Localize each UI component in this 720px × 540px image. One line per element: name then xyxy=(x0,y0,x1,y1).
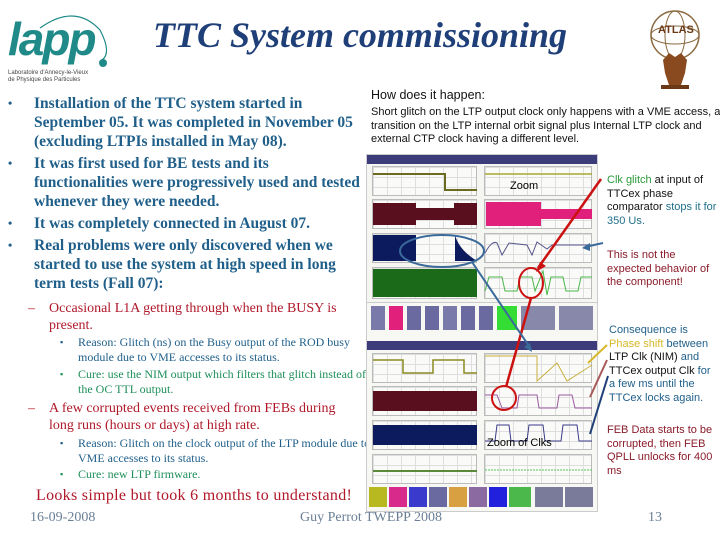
square-bullet: ▪ xyxy=(60,369,64,379)
atlas-logo-icon: ATLAS xyxy=(650,10,700,89)
bullet-item: • Installation of the TTC system started… xyxy=(8,94,360,151)
detail-text: Cure: new LTP firmware. xyxy=(78,467,201,481)
footer-page-number: 13 xyxy=(648,510,662,525)
zoom-label-bottom: Zoom of Clks xyxy=(487,437,552,449)
annotation-unexpected: This is not the expected behavior of the… xyxy=(607,249,710,288)
detail-text: Reason: Glitch (ns) on the Busy output o… xyxy=(78,335,350,364)
dash-symbol: – xyxy=(28,301,35,316)
annotation-feb-data: FEB Data starts to be corrupted, then FE… xyxy=(607,424,713,477)
square-bullet: ▪ xyxy=(60,438,64,448)
ann-between: between xyxy=(663,337,709,350)
annotation-consequence: Consequence is Phase shift between LTP C… xyxy=(609,324,719,405)
bullet-item: • Real problems were only discovered whe… xyxy=(8,236,360,293)
svg-text:ATLAS: ATLAS xyxy=(658,24,694,36)
ann-ttcex-clk: TTCex output Clk xyxy=(609,364,695,377)
lapp-subtitle: Laboratoire d'Annecy-le-Vieux de Physiqu… xyxy=(8,70,118,84)
ann-and: and xyxy=(677,351,700,363)
ann-consequence-lead: Consequence is xyxy=(609,324,688,336)
ann-phase-shift: Phase shift xyxy=(609,337,664,350)
lapp-subtitle-line1: Laboratoire d'Annecy-le-Vieux xyxy=(8,70,89,76)
detail-cure: ▪ Cure: use the NIM output which filters… xyxy=(60,367,380,397)
ann-clk-glitch: Clk glitch xyxy=(607,174,652,186)
scope-screenshot-bottom: Zoom of Clks xyxy=(366,302,598,512)
bullet-item: • It was first used for BE tests and its… xyxy=(8,154,360,211)
scope-screenshot-top: Zoom xyxy=(366,154,598,304)
bullet-text: It was first used for BE tests and its f… xyxy=(34,155,360,210)
dash-symbol: – xyxy=(28,401,35,416)
bullet-symbol: • xyxy=(8,96,13,110)
bullet-symbol: • xyxy=(8,216,13,230)
zoom-label-top: Zoom xyxy=(510,180,539,192)
page-title: TTC System commissioning xyxy=(152,15,568,55)
problem-text: Occasional L1A getting through when the … xyxy=(49,301,337,333)
detail-text: Reason: Glitch on the clock output of th… xyxy=(78,436,371,465)
problem-item: – Occasional L1A getting through when th… xyxy=(28,300,368,334)
how-title: How does it happen: xyxy=(371,88,485,102)
problem-item: – A few corrupted events received from F… xyxy=(28,400,358,434)
lapp-subtitle-line2: de Physique des Particules xyxy=(8,77,81,83)
footer-date: 16-09-2008 xyxy=(30,510,96,525)
detail-reason: ▪ Reason: Glitch on the clock output of … xyxy=(60,436,380,466)
conclusion-text: Looks simple but took 6 months to unders… xyxy=(36,487,353,504)
bullet-text: It was completely connected in August 07… xyxy=(34,215,310,232)
detail-cure: ▪ Cure: new LTP firmware. xyxy=(60,467,380,482)
bullet-text: Real problems were only discovered when … xyxy=(34,237,336,292)
ann-ltp-clk: LTP Clk (NIM) xyxy=(609,351,678,363)
bullet-item: • It was completely connected in August … xyxy=(8,214,360,233)
square-bullet: ▪ xyxy=(60,337,64,347)
bullet-symbol: • xyxy=(8,238,13,252)
footer-author: Guy Perrot TWEPP 2008 xyxy=(300,510,442,525)
square-bullet: ▪ xyxy=(60,469,64,479)
scope-waveforms xyxy=(369,355,593,507)
problem-text: A few corrupted events received from FEB… xyxy=(49,401,336,433)
bullet-text: Installation of the TTC system started i… xyxy=(34,95,353,150)
how-body: Short glitch on the LTP output clock onl… xyxy=(371,106,720,145)
detail-text: Cure: use the NIM output which filters t… xyxy=(78,367,366,396)
annotation-clk-glitch: Clk glitch at input of TTCex phase compa… xyxy=(607,174,717,228)
detail-reason: ▪ Reason: Glitch (ns) on the Busy output… xyxy=(60,335,380,365)
scope-waveforms xyxy=(373,173,592,297)
bullet-symbol: • xyxy=(8,156,13,170)
